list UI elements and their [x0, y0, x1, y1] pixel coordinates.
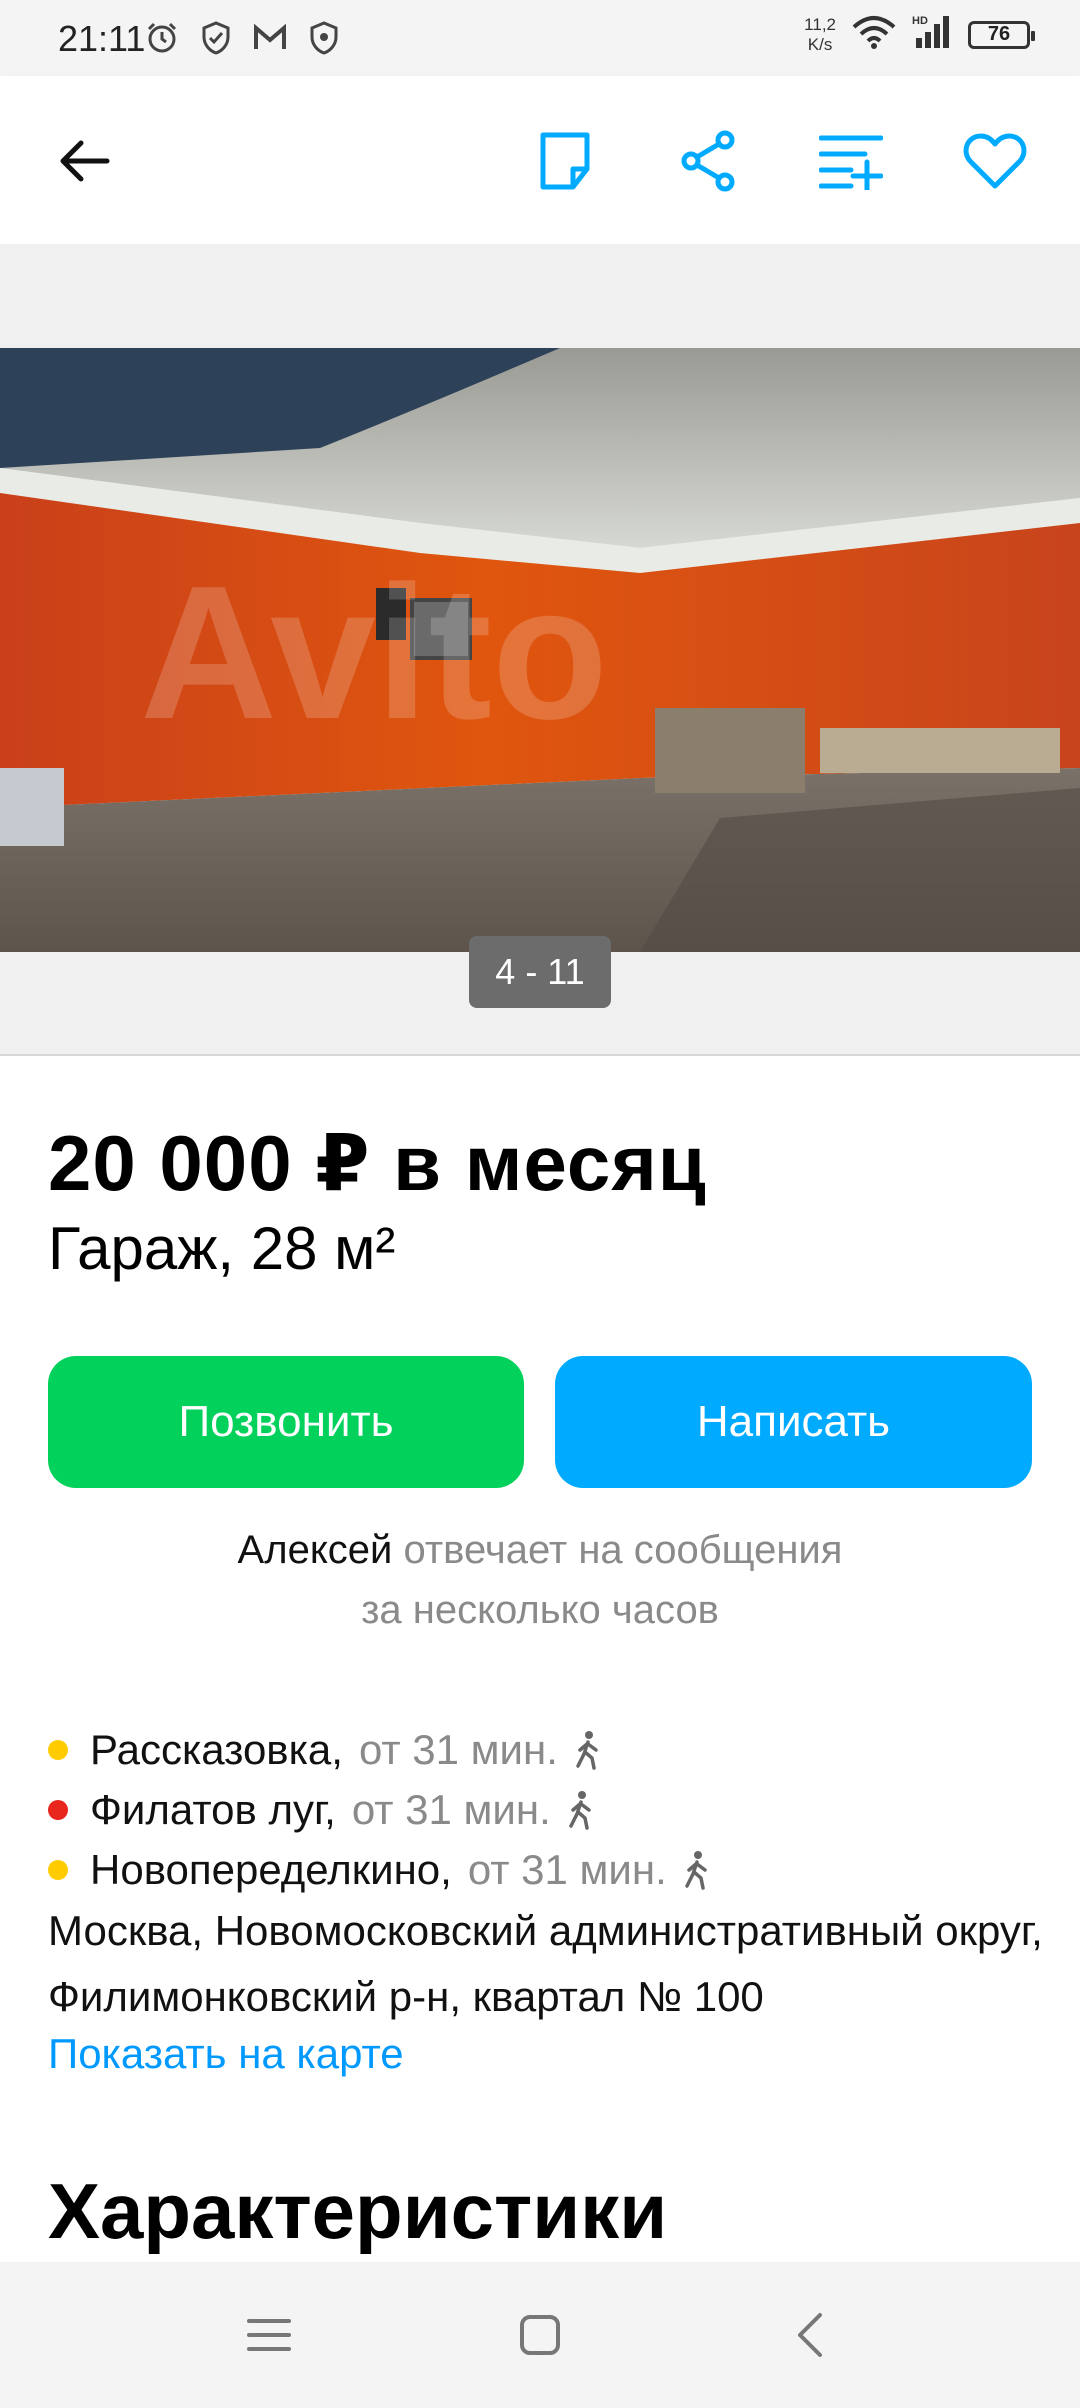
metro-item: Новопеределкино, от 31 мин.	[48, 1840, 711, 1900]
svg-text:HD: HD	[912, 15, 928, 27]
metro-item: Рассказовка, от 31 мин.	[48, 1720, 711, 1780]
compare-list-icon	[819, 135, 883, 190]
metro-station: Рассказовка,	[90, 1726, 343, 1773]
listing-photo[interactable]: Avito	[0, 348, 1080, 952]
note-icon	[540, 132, 590, 190]
write-message-button[interactable]: Написать	[555, 1356, 1032, 1488]
reply-time-note: Алексей отвечает на сообщения за несколь…	[0, 1520, 1080, 1640]
network-speed-unit: K/s	[807, 34, 833, 54]
call-button[interactable]: Позвонить	[48, 1356, 524, 1488]
favorite-heart-icon	[963, 133, 1027, 189]
seller-name: Алексей	[237, 1528, 393, 1572]
share-button[interactable]	[663, 116, 753, 206]
recent-apps-button[interactable]	[234, 2300, 304, 2370]
wifi-icon	[852, 15, 896, 54]
metro-station: Филатов луг,	[90, 1786, 336, 1833]
gmail-icon	[250, 18, 290, 58]
compare-button[interactable]	[806, 116, 896, 206]
status-time: 21:11	[58, 18, 146, 59]
favorite-button[interactable]	[950, 116, 1040, 206]
metro-time: от 31 мин.	[358, 1726, 558, 1773]
network-speed-value: 11,2	[804, 14, 836, 34]
battery-indicator: 76	[968, 20, 1035, 49]
metro-time: от 31 мин.	[467, 1846, 667, 1893]
back-chevron-icon	[798, 2313, 822, 2357]
status-notification-icons	[142, 18, 344, 58]
home-button[interactable]	[505, 2300, 575, 2370]
back-button[interactable]	[38, 116, 128, 206]
metro-line-dot	[48, 1800, 68, 1820]
alarm-icon	[142, 18, 182, 58]
metro-time: от 31 мин.	[351, 1786, 551, 1833]
menu-icon	[247, 2319, 291, 2351]
listing-address: Москва, Новомосковский административный …	[48, 1907, 1043, 2020]
photo-gallery[interactable]: Avito 4 - 11	[0, 244, 1080, 1056]
listing-price: 20 000 ₽ в месяц	[48, 1119, 707, 1207]
shield-icon	[196, 18, 236, 58]
status-bar: 21:11 11,2 K/s HD 76	[0, 0, 1080, 76]
walking-icon	[576, 1731, 598, 1770]
reply-text-2: за несколько часов	[361, 1588, 719, 1632]
reply-text: отвечает на сообщения	[403, 1528, 843, 1572]
walking-icon	[569, 1791, 591, 1830]
metro-item: Филатов луг, от 31 мин.	[48, 1780, 711, 1840]
back-nav-button[interactable]	[775, 2300, 845, 2370]
back-arrow-icon	[60, 140, 110, 182]
garage-photo-image: Avito	[0, 348, 1080, 952]
system-nav-bar	[0, 2262, 1080, 2408]
shield-icon	[304, 18, 344, 58]
note-button[interactable]	[520, 116, 610, 206]
metro-list: Рассказовка, от 31 мин. Филатов луг, от …	[48, 1720, 711, 1900]
listing-title: Гараж, 28 м²	[48, 1215, 396, 1282]
metro-station: Новопеределкино,	[90, 1846, 452, 1893]
characteristics-heading: Характеристики	[48, 2167, 668, 2255]
network-speed: 11,2 K/s	[804, 15, 836, 55]
photo-counter: 4 - 11	[469, 936, 611, 1008]
home-square-icon	[520, 2315, 560, 2355]
avito-watermark: Avito	[140, 547, 608, 759]
hd-signal-icon: HD	[912, 14, 952, 55]
metro-line-dot	[48, 1860, 68, 1880]
show-on-map-link[interactable]: Показать на карте	[48, 2030, 404, 2078]
app-toolbar	[0, 76, 1080, 244]
walking-icon	[685, 1851, 707, 1890]
metro-line-dot	[48, 1740, 68, 1760]
share-icon	[681, 130, 735, 192]
status-system-icons: 11,2 K/s HD 76	[804, 14, 1035, 55]
